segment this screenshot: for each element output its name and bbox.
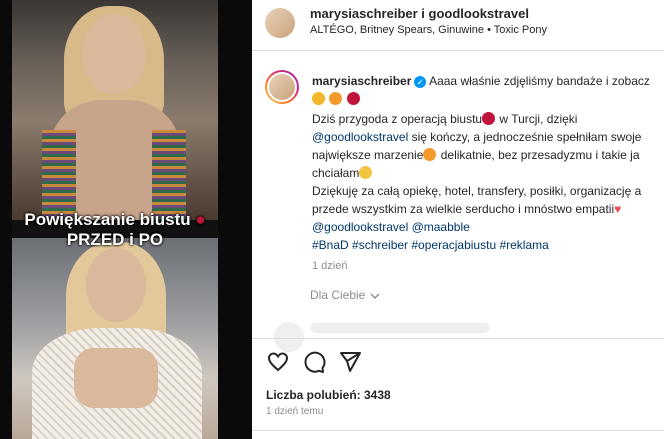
- caption-time[interactable]: 1 dzień: [312, 260, 347, 272]
- hashtags[interactable]: #BnaD #schreiber #operacjabiustu #reklam…: [312, 238, 549, 252]
- mention-goodlookstravel[interactable]: @goodlookstravel: [312, 130, 408, 144]
- for-you-toggle[interactable]: Dla Ciebie: [310, 288, 381, 302]
- share-icon[interactable]: [338, 350, 362, 374]
- mention-maabble[interactable]: @maabble: [412, 220, 470, 234]
- emoji-icon: [329, 92, 343, 105]
- caption-line-6: chciałam: [312, 166, 373, 180]
- footer-divider: [252, 430, 664, 431]
- caption-line-8: przede wszystkim za wielkie serducho i m…: [312, 202, 622, 216]
- mention-goodlookstravel-2[interactable]: @goodlookstravel: [312, 220, 408, 234]
- media-caption: Powiększanie biustu ● PRZED i PO: [12, 210, 218, 250]
- caption-line-7: Dziękuję za całą opiekę, hotel, transfer…: [312, 184, 642, 198]
- dress-left: [42, 130, 76, 220]
- chevron-down-icon: [369, 290, 381, 302]
- caption-line-9: @goodlookstravel @maabble: [312, 220, 470, 234]
- heart-icon[interactable]: [266, 350, 290, 374]
- cherry-icon: [346, 92, 360, 105]
- post-media[interactable]: Powiększanie biustu ● PRZED i PO: [0, 0, 252, 439]
- after-photo: [12, 238, 218, 439]
- caption-line-3: Dziś przygoda z operacją biustu w Turcji…: [312, 112, 578, 126]
- likes-count[interactable]: Liczba polubień: 3438: [266, 388, 391, 402]
- caption-line-5: największe marzenie delikatnie, bez prze…: [312, 148, 640, 162]
- post-details-panel: marysiaschreiber i goodlookstravel ALTÉG…: [252, 0, 664, 439]
- cherry-icon: ●: [190, 210, 206, 229]
- author-avatar: [269, 74, 295, 100]
- folded-hands-icon: [359, 166, 373, 179]
- dress-right: [152, 130, 186, 220]
- post-header-title[interactable]: marysiaschreiber i goodlookstravel: [310, 6, 529, 21]
- emoji-icon: [312, 92, 325, 105]
- media-letterbox-right: [218, 0, 252, 439]
- caption-emojis: [312, 92, 361, 106]
- face-shape: [82, 14, 146, 94]
- comment-icon[interactable]: [302, 350, 326, 374]
- loading-line-placeholder: [310, 323, 490, 333]
- media-letterbox-left: [0, 0, 12, 439]
- skin-shape: [74, 348, 158, 408]
- author-avatar-ring-inner: [267, 72, 297, 102]
- author-username[interactable]: marysiaschreiber: [312, 74, 411, 88]
- caption-line-1: Powiększanie biustu ●: [24, 210, 206, 229]
- emoji-icon: [423, 148, 437, 161]
- face-shape: [86, 248, 146, 322]
- cherry-icon: [482, 112, 496, 125]
- before-photo: [12, 0, 218, 220]
- author-avatar-ring[interactable]: [265, 70, 299, 104]
- caption-text-1: Aaaa właśnie zdjęliśmy bandaże i zobacz: [429, 74, 650, 88]
- verified-badge-icon: ✓: [414, 75, 427, 88]
- loading-avatar-placeholder: [274, 322, 304, 352]
- actions-divider: [252, 338, 664, 339]
- heart-emoji-icon: ♥: [614, 202, 622, 216]
- audio-track[interactable]: ALTÉGO, Britney Spears, Ginuwine • Toxic…: [310, 24, 547, 36]
- post-header: marysiaschreiber i goodlookstravel ALTÉG…: [252, 0, 664, 51]
- post-time[interactable]: 1 dzień temu: [266, 406, 323, 417]
- avatar[interactable]: [265, 8, 295, 38]
- caption-line-1: marysiaschreiber ✓ Aaaa właśnie zdjęliśmy…: [312, 74, 650, 88]
- caption-line-4: @goodlookstravel się kończy, a jednocześ…: [312, 130, 642, 144]
- instagram-post-view: Powiększanie biustu ● PRZED i PO marysia…: [0, 0, 664, 439]
- caption-line-2: PRZED i PO: [66, 230, 164, 249]
